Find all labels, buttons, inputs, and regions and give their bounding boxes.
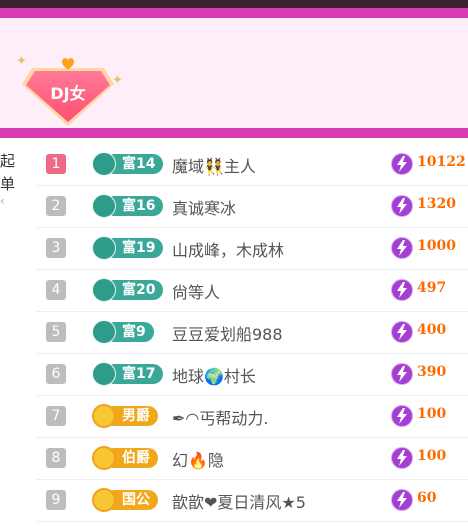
rank-number: 8 [46, 448, 66, 468]
level-badge-icon [92, 320, 116, 344]
rank-number: 6 [46, 364, 66, 384]
user-name[interactable]: 山成峰，木成林 [172, 237, 284, 261]
user-name[interactable]: 尙等人 [172, 279, 220, 303]
category-badge: DJ女 [22, 58, 122, 128]
contribution-value: 100 [417, 406, 447, 422]
contribution-value: 100 [417, 448, 447, 464]
contribution-value: 10122 [417, 154, 466, 170]
side-tab-char: 起 [0, 152, 16, 170]
ranking-row[interactable]: 5 富9 豆豆爱划船988 400 [36, 311, 468, 354]
rank-number: 2 [46, 196, 66, 216]
category-badge-label: DJ女 [50, 84, 86, 103]
contribution-value: 1320 [417, 196, 456, 212]
rank-number: 7 [46, 406, 66, 426]
level-badge-icon [92, 488, 116, 512]
lightning-currency-icon [391, 405, 413, 427]
lightning-currency-icon [391, 237, 413, 259]
lightning-currency-icon [391, 279, 413, 301]
level-badge-icon [92, 152, 116, 176]
level-badge-icon [92, 446, 116, 470]
rank-number: 4 [46, 280, 66, 300]
rank-number: 5 [46, 322, 66, 342]
top-bar [0, 0, 468, 8]
user-name[interactable]: 地球🌍村长 [172, 363, 256, 387]
ranking-row[interactable]: 9 国公 歆歆❤夏日清风★5 60 [36, 479, 468, 522]
contribution-value: 400 [417, 322, 447, 338]
ranking-row[interactable]: 4 富20 尙等人 497 [36, 269, 468, 312]
user-name[interactable]: ✒◠丐帮动力. [172, 405, 268, 429]
level-badge-icon [92, 236, 116, 260]
lightning-currency-icon [391, 489, 413, 511]
level-badge-icon [92, 194, 116, 218]
contribution-value: 390 [417, 364, 447, 380]
side-tab[interactable]: 起 单 [0, 150, 18, 196]
ranking-row[interactable]: 7 男爵 ✒◠丐帮动力. 100 [36, 395, 468, 438]
contribution-value: 1000 [417, 238, 456, 254]
lightning-currency-icon [391, 447, 413, 469]
level-badge-icon [92, 362, 116, 386]
lightning-currency-icon [391, 321, 413, 343]
level-badge-icon [92, 404, 116, 428]
level-badge-icon [92, 278, 116, 302]
user-name[interactable]: 豆豆爱划船988 [172, 321, 283, 345]
chevron-left-icon[interactable]: ‹ [0, 194, 5, 208]
ranking-row[interactable]: 8 伯爵 幻🔥隐 100 [36, 437, 468, 480]
title-banner: ✦ ✦ DJ女 [0, 18, 468, 128]
header-stripe [0, 8, 468, 18]
side-tab-char: 单 [0, 175, 16, 193]
ranking-row[interactable]: 1 富14 魔域👯主人 10122 [36, 143, 468, 186]
lightning-currency-icon [391, 153, 413, 175]
lightning-currency-icon [391, 363, 413, 385]
ranking-row[interactable]: 2 富16 真诚寒冰 1320 [36, 185, 468, 228]
lightning-currency-icon [391, 195, 413, 217]
user-name[interactable]: 歆歆❤夏日清风★5 [172, 489, 306, 513]
user-name[interactable]: 真诚寒冰 [172, 195, 236, 219]
contribution-value: 497 [417, 280, 447, 296]
ranking-row[interactable]: 6 富17 地球🌍村长 390 [36, 353, 468, 396]
contribution-value: 60 [417, 490, 437, 506]
rank-number: 3 [46, 238, 66, 258]
rank-number: 9 [46, 490, 66, 510]
user-name[interactable]: 幻🔥隐 [172, 447, 224, 471]
user-name[interactable]: 魔域👯主人 [172, 153, 256, 177]
banner-stripe [0, 128, 468, 138]
rank-number: 1 [46, 154, 66, 174]
ranking-row[interactable]: 3 富19 山成峰，木成林 1000 [36, 227, 468, 270]
